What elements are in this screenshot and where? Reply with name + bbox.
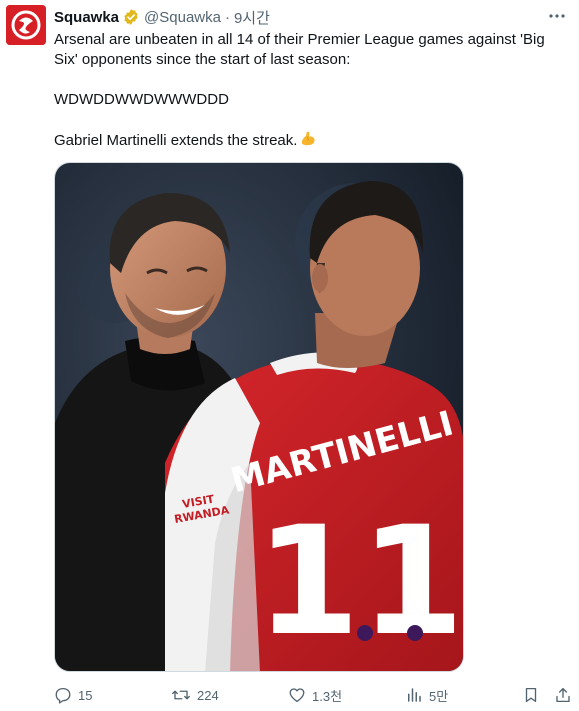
- squawka-logo-icon: [6, 5, 46, 45]
- tweet-line-results: WDWDDWWDWWWDDD: [54, 91, 229, 108]
- share-icon: [556, 687, 570, 703]
- tweet-line-intro: Arsenal are unbeaten in all 14 of their …: [54, 31, 545, 68]
- retweet-button[interactable]: 224: [171, 685, 219, 705]
- heart-icon: [289, 688, 305, 703]
- views-count: 5만: [429, 688, 449, 704]
- views-button[interactable]: 5만: [405, 685, 448, 705]
- retweet-icon: [172, 690, 190, 700]
- display-name[interactable]: Squawka: [54, 9, 119, 26]
- reply-count: 15: [78, 687, 93, 703]
- tweet-media-image[interactable]: MARTINELLI 11 VISIT RWANDA: [54, 162, 464, 672]
- avatar[interactable]: [6, 5, 46, 45]
- reply-icon: [55, 687, 71, 704]
- like-count: 1.3천: [312, 688, 343, 704]
- tweet-card[interactable]: Squawka @Squawka · 9시간 Arsenal are unbea…: [0, 0, 579, 711]
- like-button[interactable]: 1.3천: [288, 685, 342, 705]
- bookmark-button[interactable]: [522, 685, 540, 705]
- share-button[interactable]: [554, 685, 572, 705]
- tweet-header: Squawka @Squawka · 9시간: [54, 7, 270, 27]
- action-bar: 15 224 1.3천 5만: [54, 685, 574, 705]
- tweet-outro-text: Gabriel Martinelli extends the streak.: [54, 132, 298, 149]
- jersey-number: 11: [256, 495, 464, 669]
- flexed-biceps-icon: [299, 130, 317, 148]
- timestamp[interactable]: 9시간: [234, 7, 270, 28]
- retweet-count: 224: [197, 687, 219, 703]
- more-dots-icon: [549, 14, 565, 18]
- more-options-button[interactable]: [547, 6, 567, 26]
- tweet-text: Arsenal are unbeaten in all 14 of their …: [54, 30, 559, 151]
- tweet-line-outro: Gabriel Martinelli extends the streak.: [54, 130, 559, 151]
- reply-button[interactable]: 15: [54, 685, 92, 705]
- verified-badge-icon: [122, 8, 140, 26]
- bookmark-icon: [525, 687, 537, 703]
- separator-dot: ·: [224, 8, 230, 26]
- match-photo: MARTINELLI 11 VISIT RWANDA: [55, 163, 464, 671]
- handle[interactable]: @Squawka: [144, 9, 221, 26]
- views-chart-icon: [408, 688, 421, 702]
